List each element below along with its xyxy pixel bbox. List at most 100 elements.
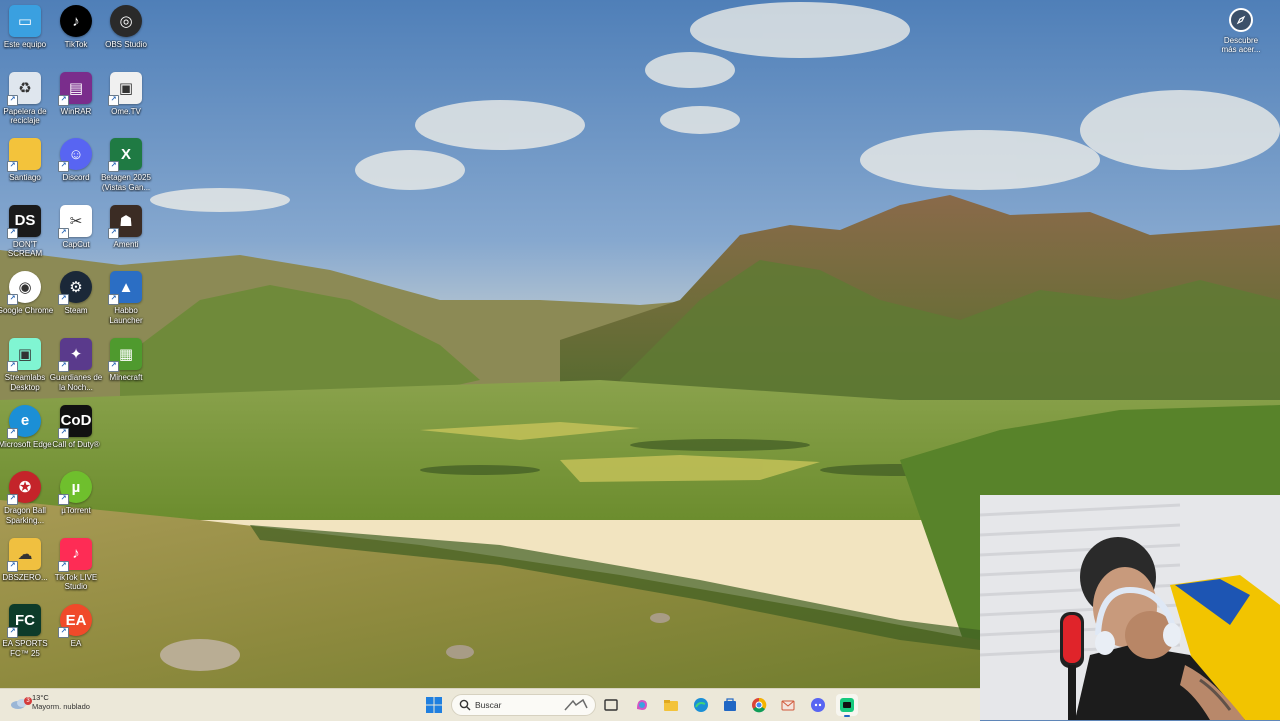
desktop-icon[interactable]: µ ↗ µTorrent xyxy=(51,471,101,535)
desktop-icon[interactable]: FC ↗ EA SPORTS FC™ 25 xyxy=(0,604,50,668)
call-of-duty-icon: CoD ↗ xyxy=(58,404,92,439)
desktop-icon-label: Papelera de reciclaje xyxy=(3,106,47,126)
taskbar: 3 13°C Mayorm. nublado Buscar xyxy=(0,688,980,721)
steam-icon: ⚙ ↗ xyxy=(58,271,92,306)
dragon-ball-icon: ✪ ↗ xyxy=(7,471,41,506)
desktop-icon[interactable]: ♪ ↗ TikTok LIVE Studio xyxy=(51,537,101,602)
taskbar-search-box[interactable]: Buscar xyxy=(451,694,596,716)
shortcut-arrow-icon: ↗ xyxy=(7,627,18,639)
weather-description: Mayorm. nublado xyxy=(32,702,90,711)
desktop-icon[interactable]: ✦ ↗ Guardianes de la Noch... xyxy=(50,338,102,402)
desktop-icon-label: Habbo Launcher xyxy=(109,306,143,325)
shortcut-arrow-icon: ↗ xyxy=(58,494,69,506)
desktop-icon[interactable]: ▣ ↗ Streamlabs Desktop xyxy=(0,338,50,402)
desktop-icon[interactable]: ♻ ↗ Papelera de reciclaje xyxy=(0,71,50,136)
desktop-icon-label: Amenti xyxy=(113,239,139,249)
desktop-icon-label: Google Chrome xyxy=(0,306,54,316)
desktop-icon[interactable]: ▲ ↗ Habbo Launcher xyxy=(101,271,151,335)
desktop-icon-label: EA xyxy=(70,639,82,649)
computer-icon: ▭ xyxy=(9,5,41,37)
shortcut-arrow-icon: ↗ xyxy=(7,161,18,173)
shortcut-arrow-icon: ↗ xyxy=(58,294,69,306)
folder-icon: ↗ xyxy=(7,138,41,173)
desktop-icon-label: Ome.TV xyxy=(111,106,141,116)
taskbar-app-button[interactable] xyxy=(631,694,653,716)
desktop-icon[interactable]: ▭ Este equipo xyxy=(0,5,50,69)
search-icon xyxy=(459,699,471,711)
desktop-icon-label: EA SPORTS FC™ 25 xyxy=(2,639,48,658)
streamlabs-taskbar-icon xyxy=(840,698,854,712)
shortcut-arrow-icon: ↗ xyxy=(58,427,69,439)
desktop-icon[interactable]: ☺ ↗ Discord xyxy=(51,138,101,202)
desktop-icon[interactable]: DS ↗ DON'T SCREAM xyxy=(0,204,50,269)
desktop-icon-label: Microsoft Edge xyxy=(0,439,52,449)
shortcut-arrow-icon: ↗ xyxy=(58,161,69,173)
desktop-icon[interactable]: ♪ TikTok xyxy=(51,5,101,69)
taskbar-app-button[interactable] xyxy=(777,694,799,716)
mail-icon xyxy=(781,700,795,711)
desktop-icon[interactable]: CoD ↗ Call of Duty® xyxy=(51,404,101,469)
edge-icon: e ↗ xyxy=(7,404,41,439)
taskbar-app-button[interactable] xyxy=(807,694,829,716)
discord-taskbar-icon xyxy=(811,698,825,712)
weather-temperature: 13°C xyxy=(32,693,49,702)
compass-icon xyxy=(1229,8,1253,32)
ea-fc-icon: FC ↗ xyxy=(7,604,41,639)
minecraft-icon: ▦ ↗ xyxy=(108,338,142,372)
desktop-icon[interactable]: X ↗ Betagen 2025 (Vistas Gan... xyxy=(101,138,151,202)
taskbar-app-button[interactable] xyxy=(719,694,741,716)
desktop-icon[interactable]: ↗ Santiago xyxy=(0,138,50,202)
taskbar-app-button[interactable] xyxy=(660,694,682,716)
utorrent-icon: µ ↗ xyxy=(58,471,92,506)
desktop-icon[interactable]: ⚙ ↗ Steam xyxy=(51,271,101,335)
shortcut-arrow-icon: ↗ xyxy=(7,227,18,239)
desktop-icon[interactable]: ☗ ↗ Amenti xyxy=(101,204,151,269)
desktop-icon-label: Minecraft xyxy=(109,373,143,382)
taskbar-app-button[interactable] xyxy=(748,694,770,716)
shortcut-arrow-icon: ↗ xyxy=(7,361,18,372)
desktop-icon[interactable]: ◉ ↗ Google Chrome xyxy=(0,271,53,335)
shortcut-arrow-icon: ↗ xyxy=(58,227,69,239)
taskbar-app-button[interactable] xyxy=(690,694,712,716)
capcut-icon: ✂ ↗ xyxy=(58,204,92,239)
shortcut-arrow-icon: ↗ xyxy=(108,94,119,106)
desktop-icon-label: DBSZERO... xyxy=(2,572,48,582)
desktop-icon[interactable]: ☁ ↗ DBSZERO... xyxy=(0,537,50,602)
shortcut-arrow-icon: ↗ xyxy=(108,361,119,372)
desktop-icon[interactable]: ▣ ↗ Ome.TV xyxy=(101,71,151,136)
cloudy-weather-icon: 3 xyxy=(10,695,32,711)
desktop-icon-label: µTorrent xyxy=(61,506,91,516)
desktop-icon-label: Betagen 2025 (Vistas Gan... xyxy=(101,173,151,192)
desktop-icon[interactable]: ▦ ↗ Minecraft xyxy=(101,338,151,402)
webcam-overlay xyxy=(980,495,1280,720)
task-view-icon xyxy=(604,699,618,711)
discover-label: Descubre más acer... xyxy=(1221,36,1261,54)
taskbar-app-button[interactable] xyxy=(836,694,858,717)
desktop-icon-label: Call of Duty® xyxy=(52,439,100,449)
weather-widget[interactable]: 3 13°C Mayorm. nublado xyxy=(10,693,90,712)
desktop-icon[interactable]: ▤ ↗ WinRAR xyxy=(51,71,101,136)
weather-notification-badge: 3 xyxy=(24,696,32,705)
shortcut-arrow-icon: ↗ xyxy=(58,94,69,106)
taskbar-app-button[interactable] xyxy=(600,694,622,716)
amenti-icon: ☗ ↗ xyxy=(108,204,142,239)
search-highlight-icon xyxy=(564,698,588,711)
obs-icon: ◎ xyxy=(110,5,142,37)
discover-more-widget[interactable]: Descubre más acer... xyxy=(1218,8,1264,54)
ea-icon: EA ↗ xyxy=(58,604,92,639)
desktop-icon[interactable]: e ↗ Microsoft Edge xyxy=(0,404,52,469)
desktop-icon-label: TikTok LIVE Studio xyxy=(54,572,98,592)
chrome-taskbar-icon xyxy=(752,697,767,713)
edge-taskbar-icon xyxy=(694,698,708,712)
desktop-icon[interactable]: ◎ OBS Studio xyxy=(101,5,151,69)
shortcut-arrow-icon: ↗ xyxy=(58,361,69,372)
desktop-icon[interactable]: EA ↗ EA xyxy=(51,604,101,668)
desktop-icon-label: Santiago xyxy=(9,173,41,183)
shortcut-arrow-icon: ↗ xyxy=(108,161,119,173)
windows-start-button[interactable] xyxy=(423,694,445,716)
desktop-icon[interactable]: ✂ ↗ CapCut xyxy=(51,204,101,269)
desktop-icon[interactable]: ✪ ↗ Dragon Ball Sparking... xyxy=(0,471,50,535)
shortcut-arrow-icon: ↗ xyxy=(7,427,18,439)
search-placeholder: Buscar xyxy=(475,700,502,710)
shortcut-arrow-icon: ↗ xyxy=(7,494,18,506)
